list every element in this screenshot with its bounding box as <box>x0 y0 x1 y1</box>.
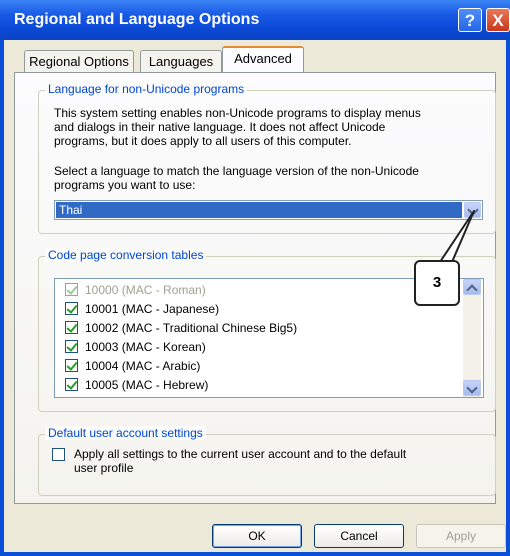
dialog-window: Regional and Language Options ? X Region… <box>0 0 510 556</box>
tab-advanced[interactable]: Advanced <box>222 46 304 72</box>
annotation-callout: 3 <box>414 260 460 306</box>
tab-label: Advanced <box>234 51 292 66</box>
